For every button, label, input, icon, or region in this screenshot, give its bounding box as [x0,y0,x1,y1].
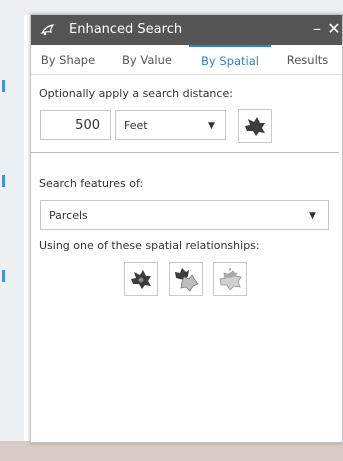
chevron-down-icon: ▼ [309,211,316,221]
touches-shapes-icon [219,268,242,291]
search-widget-icon [40,24,55,36]
tab-by-value[interactable]: By Value [105,45,189,75]
enhanced-search-panel: Enhanced Search – ✕ By Shape By Value By… [30,14,343,443]
tab-by-shape[interactable]: By Shape [31,45,105,75]
distance-prompt: Optionally apply a search distance: [39,87,233,100]
tab-divider [31,74,342,75]
map-edge-bottom [0,441,343,461]
layer-select[interactable]: Parcels ▼ [40,200,329,230]
map-edge-top [0,0,343,15]
relationship-overlaps-button[interactable] [169,262,203,296]
relationship-touches-button[interactable] [213,262,247,296]
section-divider [31,152,339,153]
panel-title: Enhanced Search [69,22,183,37]
layer-prompt: Search features of: [39,177,144,190]
panel-titlebar[interactable]: Enhanced Search – ✕ [31,15,342,45]
map-marker [2,175,5,187]
map-marker [2,80,5,92]
intersects-shape-icon [131,270,151,289]
units-select[interactable]: Feet ▼ [115,110,226,140]
layer-selected-value: Parcels [49,209,88,222]
map-edge-left [0,0,24,461]
distance-input[interactable] [40,110,111,140]
close-button[interactable]: ✕ [326,19,342,39]
overlaps-shapes-icon [175,268,199,292]
relationship-intersects-button[interactable] [124,262,158,296]
relationships-prompt: Using one of these spatial relationships… [39,239,260,252]
chevron-down-icon: ▼ [208,121,215,131]
buffer-shape-button[interactable] [238,109,272,143]
tab-by-spatial[interactable]: By Spatial [189,45,271,75]
search-tabs: By Shape By Value By Spatial Results [31,45,342,75]
units-selected-value: Feet [124,119,148,132]
minimize-button[interactable]: – [309,19,325,39]
buffer-shape-icon [245,117,265,136]
map-marker [2,270,5,282]
tab-results[interactable]: Results [271,45,342,75]
